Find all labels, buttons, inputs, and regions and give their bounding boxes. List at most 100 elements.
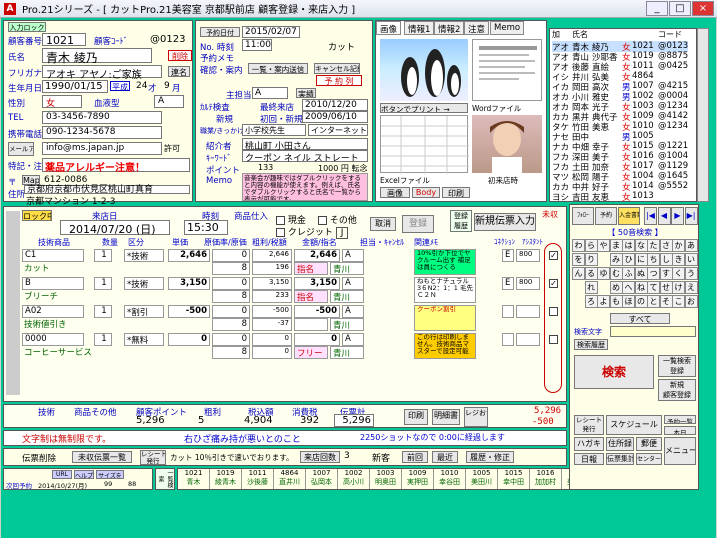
register-change-button[interactable]: レジおつり <box>464 407 488 427</box>
kana-key[interactable]: す <box>659 267 673 280</box>
kana-field[interactable]: アオキ アヤノ:ご家族 <box>42 65 162 81</box>
entry-tax-amount[interactable]: 0 <box>252 346 292 359</box>
entry-qty[interactable]: 1 <box>94 249 112 262</box>
entry-staff-name[interactable]: 青川 <box>330 262 364 275</box>
last-visit-field[interactable]: 2010/12/20 <box>302 99 368 111</box>
entry-tax-amount[interactable]: -37 <box>252 318 292 331</box>
kana-key[interactable]: さ <box>659 239 673 252</box>
entry-cost[interactable]: 0 <box>212 305 250 318</box>
history-edit-button[interactable]: 履歴・修正 <box>466 451 514 463</box>
menu-button[interactable]: メニュー <box>664 437 696 465</box>
name-field[interactable]: 青木 綾乃 <box>42 48 152 65</box>
search-history-button[interactable]: 検索履歴 <box>574 339 608 350</box>
kana-key[interactable]: せ <box>659 281 673 294</box>
panel-receipt-button[interactable]: レシート 発行 <box>574 415 604 435</box>
entry-amount[interactable]: -500 <box>294 305 340 318</box>
entry-qty[interactable]: 1 <box>94 305 112 318</box>
reservation-list-button[interactable]: 予 約 列 <box>316 75 362 86</box>
kana-key[interactable]: り <box>584 253 598 266</box>
entry-div[interactable]: *技術 <box>124 249 164 262</box>
entry-name[interactable]: コーヒーサービス <box>22 346 96 359</box>
entry-tax[interactable]: 8 <box>212 290 250 303</box>
image-print-button[interactable]: 印刷 <box>442 187 470 198</box>
main-staff-select[interactable]: A <box>252 87 288 99</box>
kana-key[interactable]: の <box>634 295 648 308</box>
kana-key[interactable]: む <box>609 267 623 280</box>
entry-amount[interactable]: 3,150 <box>294 277 340 290</box>
prev-record-icon[interactable]: ◀ <box>657 207 671 225</box>
bottom-customer-cell[interactable]: 1002 高小川 <box>338 469 370 489</box>
all-button[interactable]: すべて <box>610 313 670 324</box>
kana-key[interactable]: よ <box>597 295 610 308</box>
body-button[interactable]: Body <box>412 187 440 198</box>
kana-key[interactable]: く <box>672 267 685 280</box>
entry-div[interactable]: *割引 <box>124 305 164 318</box>
new-slip-button[interactable]: 新規伝票入力 <box>474 213 536 231</box>
first-record-icon[interactable]: |◀ <box>644 207 657 225</box>
receipt-button[interactable]: 明細書 <box>432 409 460 425</box>
search-button[interactable]: 検索 <box>574 355 654 389</box>
word-file-label[interactable]: Wordファイル <box>472 103 521 114</box>
kana-key[interactable]: ほ <box>622 295 635 308</box>
entry-name[interactable]: ブリーチ <box>22 290 96 303</box>
kana-key[interactable]: ぬ <box>634 267 648 280</box>
entry-memo[interactable]: 10%引か下位でヤクルーム出す 補足は員につくる <box>414 249 476 275</box>
kana-key[interactable]: う <box>684 267 698 280</box>
kana-key[interactable]: こ <box>672 295 685 308</box>
kana-key[interactable]: い <box>684 253 698 266</box>
entry-nomination[interactable]: 指名 <box>294 262 328 275</box>
maximize-button[interactable]: □ <box>669 1 691 16</box>
entry-tax[interactable]: 8 <box>212 346 250 359</box>
entry-gross[interactable]: 0 <box>252 333 292 346</box>
mini-button[interactable]: 入金書類 <box>618 207 640 225</box>
mail-field[interactable]: info@ms.japan.jp <box>42 142 162 155</box>
previous-button[interactable]: 前回 <box>402 451 428 463</box>
entry-name[interactable]: 技術値引き <box>22 318 96 331</box>
tab-info1[interactable]: 情報1 <box>404 21 435 35</box>
mini-button[interactable]: ﾌｫﾛｰ <box>572 207 594 225</box>
delete-button[interactable]: 削除 <box>168 50 192 61</box>
note-field[interactable]: 薬品アレルギー注意！ <box>42 158 190 174</box>
kana-key[interactable]: め <box>609 281 623 294</box>
entry-connection[interactable] <box>502 333 514 346</box>
mini-button[interactable]: 予約 <box>595 207 617 225</box>
blood-select[interactable]: A <box>154 95 184 108</box>
excel-file-label[interactable]: Excelファイル <box>380 175 430 186</box>
delete-slip-label[interactable]: 伝票削除 <box>22 452 56 464</box>
kana-key[interactable]: な <box>634 239 648 252</box>
entry-nomination[interactable]: フリー <box>294 346 328 359</box>
kana-key[interactable]: も <box>609 295 623 308</box>
kana-key[interactable]: わ <box>572 239 585 252</box>
help-button[interactable]: ヘルプ <box>74 470 94 479</box>
cancel-record-button[interactable]: キャンセル記録 <box>314 63 360 74</box>
kana-key[interactable]: ゆ <box>597 267 610 280</box>
kana-key[interactable]: ち <box>647 253 660 266</box>
entry-div[interactable]: *無料 <box>124 333 164 346</box>
reserve-date-button[interactable]: 予約日付 <box>200 27 240 37</box>
entry-staff[interactable]: A <box>342 249 364 262</box>
kana-key[interactable]: は <box>622 239 635 252</box>
kana-key[interactable]: た <box>647 239 660 252</box>
input-lock-button[interactable]: 入力ロック <box>8 22 46 32</box>
unpaid-list-button[interactable]: 未収伝票一覧 <box>72 451 132 463</box>
kana-key[interactable]: き <box>672 253 685 266</box>
entry-price[interactable]: -500 <box>168 305 210 318</box>
register-history-button[interactable]: 登録 履歴 <box>450 210 472 232</box>
entry-assist[interactable]: 800 <box>516 277 540 290</box>
entry-gross[interactable]: 3,150 <box>252 277 292 290</box>
reserve-date-field[interactable]: 2015/02/07 <box>242 26 300 38</box>
kana-key[interactable]: れ <box>584 281 598 294</box>
entry-gross[interactable]: 2,646 <box>252 249 292 262</box>
cancel-button[interactable]: 取消 <box>370 217 396 231</box>
image-button[interactable]: 画像 <box>380 187 410 198</box>
tab-memo[interactable]: Memo <box>490 21 525 35</box>
mail-button[interactable]: メールアドレス <box>8 142 34 156</box>
kana-key[interactable]: あ <box>684 239 698 252</box>
entry-code[interactable]: 0000 <box>22 333 84 346</box>
latest-button[interactable]: 最近 <box>432 451 458 463</box>
tab-caution[interactable]: 注意 <box>464 21 490 35</box>
locked-button[interactable]: ロック中 <box>22 210 52 221</box>
entry-staff[interactable]: A <box>342 305 364 318</box>
bottom-customer-cell[interactable]: 1009 実押田 <box>402 469 434 489</box>
search-text-input[interactable] <box>610 326 696 337</box>
